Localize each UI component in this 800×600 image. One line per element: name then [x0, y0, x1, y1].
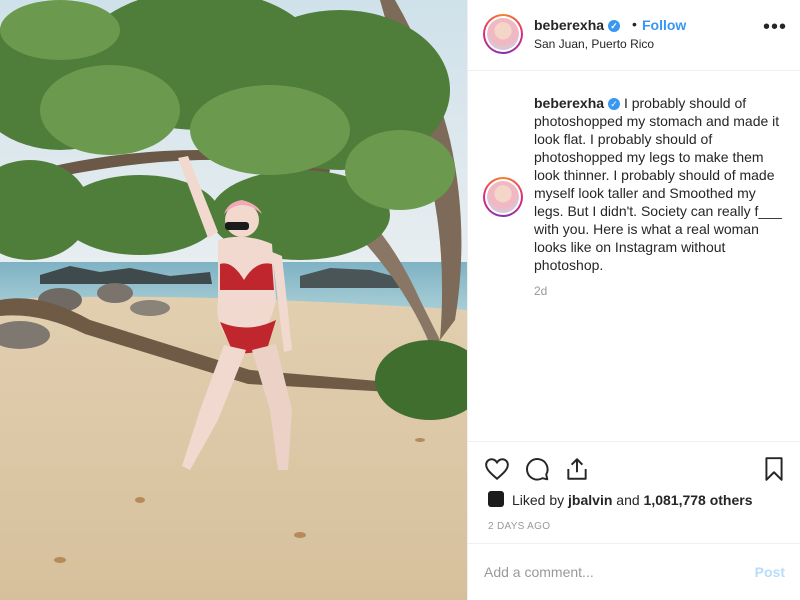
- avatar[interactable]: [483, 14, 523, 54]
- likes-count-link[interactable]: 1,081,778 others: [644, 492, 753, 508]
- follow-button[interactable]: Follow: [642, 17, 686, 33]
- beach-photo-image: [0, 0, 467, 600]
- caption-username[interactable]: beberexha: [534, 95, 604, 111]
- instagram-post: beberexha ✓ • Follow San Juan, Puerto Ric…: [0, 0, 800, 600]
- post-time-ago[interactable]: 2 DAYS AGO: [488, 521, 550, 532]
- liker-avatar[interactable]: [488, 491, 504, 507]
- caption-avatar[interactable]: [483, 177, 523, 217]
- likes-summary: Liked by jbalvin and 1,081,778 others: [512, 492, 753, 508]
- caption-timestamp[interactable]: 2d: [534, 284, 547, 298]
- liked-by-user-link[interactable]: jbalvin: [568, 492, 612, 508]
- verified-badge-icon: ✓: [608, 98, 621, 111]
- post-photo[interactable]: [0, 0, 467, 600]
- caption-body: I probably should of photoshopped my sto…: [534, 95, 782, 273]
- verified-badge-icon: ✓: [608, 20, 621, 33]
- location-link[interactable]: San Juan, Puerto Rico: [534, 37, 654, 51]
- post-sidebar: beberexha ✓ • Follow San Juan, Puerto Ric…: [467, 0, 800, 600]
- caption-section: beberexha ✓ I probably should of photosho…: [468, 71, 800, 441]
- more-options-icon[interactable]: •••: [763, 17, 787, 37]
- comment-input[interactable]: [484, 562, 734, 582]
- action-bar: Liked by jbalvin and 1,081,778 others 2 …: [468, 441, 800, 543]
- heart-icon[interactable]: [484, 456, 510, 482]
- comment-icon[interactable]: [524, 456, 550, 482]
- bookmark-icon[interactable]: [761, 456, 787, 482]
- share-icon[interactable]: [564, 456, 590, 482]
- post-header: beberexha ✓ • Follow San Juan, Puerto Ric…: [468, 0, 800, 71]
- comment-bar: Post: [468, 543, 800, 600]
- post-comment-button[interactable]: Post: [755, 564, 785, 580]
- caption-text: beberexha ✓ I probably should of photosho…: [534, 94, 784, 274]
- header-separator: •: [632, 16, 637, 32]
- header-username[interactable]: beberexha ✓: [534, 17, 621, 33]
